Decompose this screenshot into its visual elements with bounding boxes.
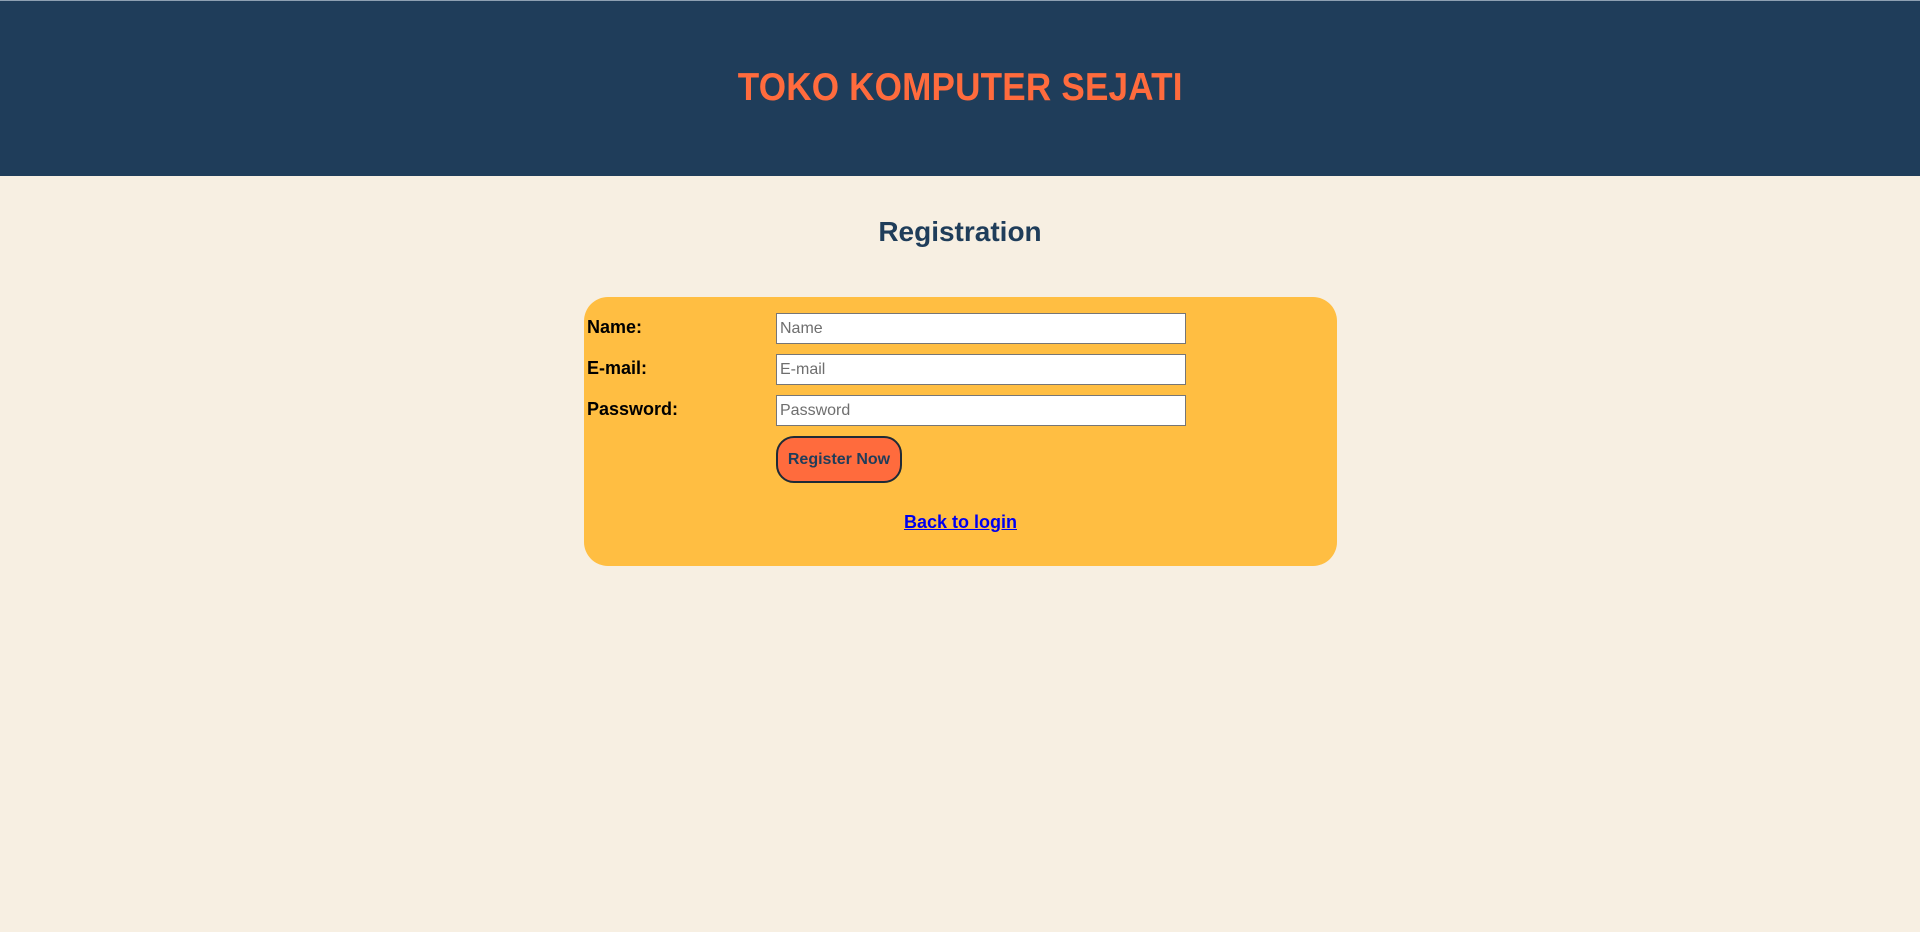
email-label: E-mail: (587, 358, 648, 378)
register-button[interactable]: Register Now (776, 436, 902, 483)
back-link-container: Back to login (584, 512, 1337, 533)
email-input[interactable] (776, 354, 1186, 385)
site-header: TOKO KOMPUTER SEJATI (0, 1, 1920, 176)
password-label: Password: (587, 399, 679, 419)
site-title: TOKO KOMPUTER SEJATI (737, 65, 1183, 109)
name-input[interactable] (776, 313, 1186, 344)
name-label: Name: (587, 317, 643, 337)
back-to-login-link[interactable]: Back to login (904, 512, 1017, 532)
password-input[interactable] (776, 395, 1186, 426)
page-title: Registration (878, 216, 1042, 247)
registration-form: Name: E-mail: Password: Register Now Bac… (584, 297, 1337, 566)
